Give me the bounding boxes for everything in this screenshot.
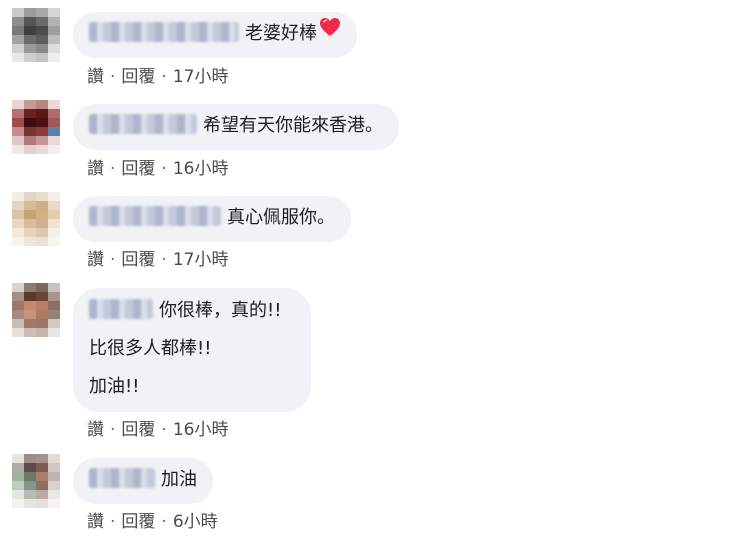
timestamp[interactable]: 17小時 — [173, 67, 229, 87]
separator: · — [110, 512, 116, 532]
comment-line: 加油!! — [89, 376, 140, 397]
comment-text: 老婆好棒 — [245, 23, 317, 44]
comment-text: 希望有天你能來香港。 — [203, 115, 383, 136]
commenter-name[interactable] — [89, 22, 239, 42]
avatar[interactable] — [12, 8, 60, 62]
comment-actions: 讚 · 回覆 · 16小時 — [87, 415, 228, 440]
like-link[interactable]: 讚 — [87, 512, 104, 532]
commenter-name[interactable] — [89, 468, 155, 488]
comment-text: 真心佩服你。 — [227, 207, 335, 228]
comment-line: 比很多人都棒!! — [89, 338, 212, 359]
reply-link[interactable]: 回覆 — [121, 512, 155, 532]
like-link[interactable]: 讚 — [87, 67, 104, 87]
separator: · — [161, 67, 167, 87]
timestamp[interactable]: 17小時 — [173, 250, 229, 270]
comment-bubble: 老婆好棒 — [73, 12, 357, 58]
heart-icon — [319, 10, 341, 54]
avatar[interactable] — [12, 283, 60, 337]
comment-actions: 讚 · 回覆 · 17小時 — [87, 245, 228, 270]
comment-actions: 讚 · 回覆 · 17小時 — [87, 62, 228, 87]
separator: · — [161, 512, 167, 532]
comment-actions: 讚 · 回覆 · 6小時 — [87, 507, 218, 532]
timestamp[interactable]: 16小時 — [173, 159, 229, 179]
separator: · — [110, 420, 116, 440]
comment-text: 你很棒，真的!! — [159, 300, 282, 321]
like-link[interactable]: 讚 — [87, 250, 104, 270]
reply-link[interactable]: 回覆 — [121, 250, 155, 270]
comment-bubble: 真心佩服你。 — [73, 196, 351, 242]
reply-link[interactable]: 回覆 — [121, 67, 155, 87]
commenter-name[interactable] — [89, 206, 221, 226]
avatar[interactable] — [12, 100, 60, 154]
reply-link[interactable]: 回覆 — [121, 159, 155, 179]
reply-link[interactable]: 回覆 — [121, 420, 155, 440]
separator: · — [161, 250, 167, 270]
avatar[interactable] — [12, 454, 60, 508]
comment-bubble: 你很棒，真的!! 比很多人都棒!! 加油!! — [73, 288, 311, 412]
separator: · — [161, 420, 167, 440]
timestamp[interactable]: 16小時 — [173, 420, 229, 440]
separator: · — [110, 159, 116, 179]
commenter-name[interactable] — [89, 114, 197, 134]
comment-actions: 讚 · 回覆 · 16小時 — [87, 154, 228, 179]
like-link[interactable]: 讚 — [87, 159, 104, 179]
avatar[interactable] — [12, 192, 60, 246]
comment-text: 加油 — [161, 469, 197, 490]
separator: · — [110, 67, 116, 87]
separator: · — [110, 250, 116, 270]
timestamp[interactable]: 6小時 — [173, 512, 218, 532]
commenter-name[interactable] — [89, 299, 153, 319]
like-link[interactable]: 讚 — [87, 420, 104, 440]
separator: · — [161, 159, 167, 179]
comment-line: 你很棒，真的!! — [89, 292, 295, 330]
comment-bubble: 希望有天你能來香港。 — [73, 104, 399, 150]
comment-bubble: 加油 — [73, 458, 213, 504]
